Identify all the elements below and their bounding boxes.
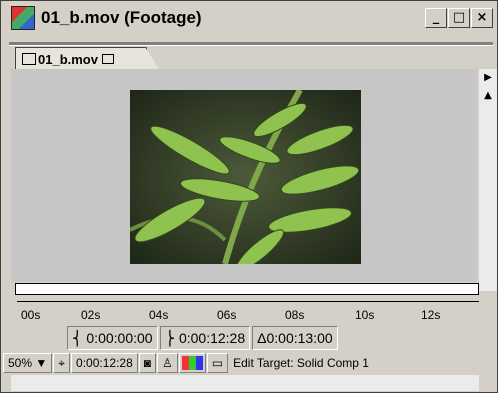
minimize-button[interactable]: _ — [425, 8, 447, 28]
zoom-value: 50% — [8, 356, 33, 370]
in-point-field[interactable]: ⎨ 0:00:00:00 — [67, 326, 158, 350]
zoom-dropdown[interactable]: 50% ▼ — [3, 353, 53, 373]
ruler-label: 08s — [285, 308, 305, 322]
viewer-bottom-bar: 50% ▼ ⌖ 0:00:12:28 ◙ ♙ ▭ Edit Target: So… — [3, 352, 479, 374]
maximize-button[interactable]: □ — [448, 8, 470, 28]
ruler-label: 04s — [149, 308, 169, 322]
title-bar[interactable]: 01_b.mov (Footage) _ □ × — [3, 3, 495, 33]
ruler-label: 02s — [81, 308, 101, 322]
tab-strip-line — [9, 42, 493, 46]
snapshot-button[interactable]: ◙ — [138, 353, 156, 373]
footage-viewer[interactable] — [11, 69, 477, 282]
ruler-label: 06s — [217, 308, 237, 322]
tab-footage[interactable]: 01_b.mov — [15, 47, 147, 70]
tab-close-icon[interactable] — [101, 54, 114, 64]
after-effects-app-icon[interactable] — [11, 6, 35, 30]
ruler-label: 00s — [21, 308, 41, 322]
panel-menu-arrow-icon[interactable]: ▶ — [479, 69, 497, 87]
current-time-field[interactable]: 0:00:12:28 — [71, 353, 138, 373]
timecode-row: ⎨ 0:00:00:00 ⎬ 0:00:12:28 Δ0:00:13:00 — [67, 326, 340, 350]
ruler-label: 10s — [355, 308, 375, 322]
tab-label: 01_b.mov — [38, 51, 98, 67]
vertical-scrollbar[interactable]: ▶ ▲ — [479, 69, 497, 291]
set-in-point-icon[interactable]: ⎨ — [72, 330, 83, 347]
in-point-timecode: 0:00:00:00 — [86, 330, 153, 346]
ruler-label: 12s — [421, 308, 441, 322]
out-point-field[interactable]: ⎬ 0:00:12:28 — [159, 326, 251, 350]
current-time-value: 0:00:12:28 — [76, 356, 133, 370]
duration-field: Δ0:00:13:00 — [252, 326, 338, 350]
chevron-down-icon: ▼ — [35, 356, 48, 370]
tab-corner — [145, 47, 159, 69]
duration-timecode: Δ0:00:13:00 — [257, 330, 333, 346]
out-point-timecode: 0:00:12:28 — [178, 330, 246, 346]
edit-target-button[interactable]: Edit Target: Solid Comp 1 — [229, 353, 373, 373]
set-out-point-icon[interactable]: ⎬ — [165, 330, 176, 347]
tab-strip: 01_b.mov — [9, 35, 493, 70]
window-title: 01_b.mov (Footage) — [41, 8, 202, 27]
close-button[interactable]: × — [471, 8, 493, 28]
footage-frame-image — [130, 90, 361, 264]
horizontal-scrollbar[interactable] — [11, 375, 479, 391]
show-snapshot-button[interactable]: ♙ — [157, 353, 178, 373]
time-ruler[interactable]: 00s 02s 04s 06s 08s 10s 12s — [17, 301, 479, 324]
work-area-bar[interactable] — [15, 283, 479, 295]
scroll-up-arrow-icon[interactable]: ▲ — [479, 87, 497, 105]
region-of-interest-button[interactable]: ▭ — [206, 353, 229, 373]
edit-target-label: Edit Target: Solid Comp 1 — [233, 356, 369, 370]
footage-window: 01_b.mov (Footage) _ □ × 01_b.mov ▶ ▲ 00… — [0, 0, 498, 393]
fern-leaf-image — [130, 90, 361, 264]
safe-zones-button[interactable]: ⌖ — [53, 353, 71, 373]
resize-grip[interactable] — [481, 375, 495, 389]
footage-film-icon — [22, 53, 36, 65]
channels-button[interactable] — [178, 353, 206, 373]
